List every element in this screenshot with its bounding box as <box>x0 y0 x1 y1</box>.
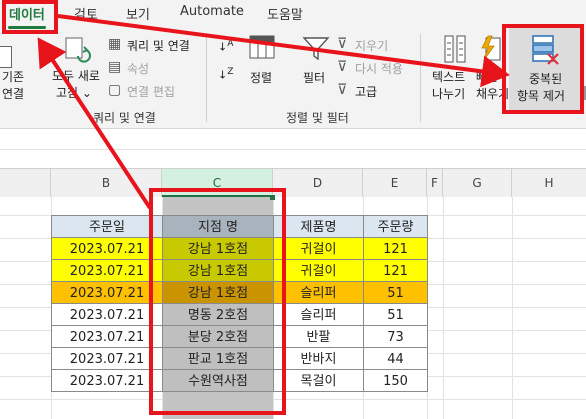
arrow-to-remove-duplicates <box>57 14 510 88</box>
annotation-arrows <box>37 14 510 210</box>
arrow-to-data-tab <box>37 37 152 210</box>
